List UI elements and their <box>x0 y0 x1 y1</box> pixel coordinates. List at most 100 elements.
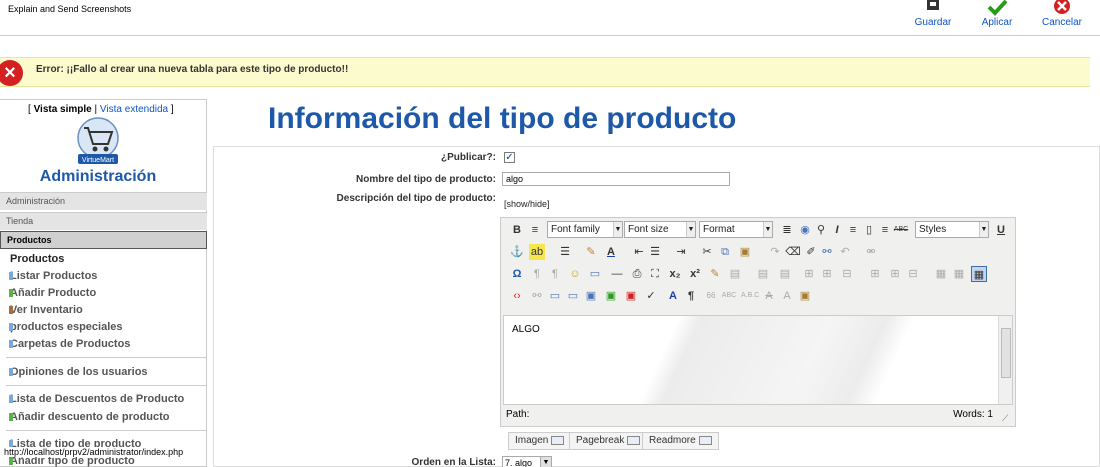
font-size-select[interactable]: Font size ▼ <box>624 221 696 238</box>
format-select[interactable]: Format ▼ <box>699 221 773 238</box>
print-icon[interactable]: ⎙ <box>629 266 645 282</box>
split-cells-icon[interactable]: ▦ <box>933 266 949 282</box>
resize-handle-icon[interactable]: ⟋ <box>1002 413 1012 423</box>
help-icon[interactable]: ◉ <box>797 222 813 238</box>
indent-icon[interactable]: ⇥ <box>673 244 689 260</box>
table-icon[interactable]: ▦ <box>971 266 987 282</box>
search-icon[interactable]: ⚲ <box>813 222 829 238</box>
bold-icon[interactable]: B <box>509 222 525 238</box>
styles-select[interactable]: Styles ▼ <box>915 221 989 238</box>
style-props-icon[interactable]: A <box>665 288 681 304</box>
unlink-icon[interactable]: ⚮ <box>863 244 879 260</box>
scrollbar-thumb[interactable] <box>1001 328 1011 378</box>
rtl-icon[interactable]: ¶ <box>547 266 563 282</box>
horizontal-rule-icon[interactable]: — <box>609 266 625 282</box>
product-type-name-input[interactable] <box>502 172 730 186</box>
strikethrough-icon[interactable]: ABC <box>893 222 909 238</box>
media-icon[interactable]: ▭ <box>587 266 603 282</box>
align-justify-icon[interactable]: ≣ <box>779 222 795 238</box>
html-code-icon[interactable]: ‹› <box>509 288 525 304</box>
insert-row-after-icon[interactable]: ⊞ <box>819 266 835 282</box>
abbr-icon[interactable]: 66 <box>703 288 719 304</box>
section-administracion[interactable]: Administración <box>0 192 207 210</box>
delete-row-icon[interactable]: ⊟ <box>839 266 855 282</box>
undo-icon[interactable]: ↶ <box>837 244 853 260</box>
layer-icon[interactable]: ▭ <box>547 288 563 304</box>
row-props-icon[interactable]: ▤ <box>755 266 771 282</box>
highlight-icon[interactable]: ab <box>529 244 545 260</box>
sidebar-item-ver-inventario[interactable]: Ver Inventario <box>9 304 83 316</box>
ins-icon[interactable]: A <box>779 288 795 304</box>
cancel-icon <box>1054 0 1070 14</box>
emoticon-icon[interactable]: ☺ <box>567 266 583 282</box>
blockquote-icon[interactable]: ▣ <box>583 288 599 304</box>
del-icon[interactable]: A <box>761 288 777 304</box>
anchor-icon[interactable]: ⚓ <box>509 244 525 260</box>
superscript-icon[interactable]: x² <box>687 266 703 282</box>
sidebar-item-listar-productos[interactable]: Listar Productos <box>9 270 97 282</box>
underline-icon[interactable]: U <box>993 222 1009 238</box>
save-button[interactable]: Guardar <box>903 0 963 32</box>
sidebar-item-productos-especiales[interactable]: productos especiales <box>9 321 123 333</box>
publish-checkbox[interactable]: ✓ <box>504 152 515 163</box>
subscript-icon[interactable]: x₂ <box>667 266 683 282</box>
text-color-icon[interactable]: A <box>603 244 619 260</box>
image-map-icon[interactable]: ⚯ <box>529 288 545 304</box>
bullet-list-icon[interactable]: ☰ <box>557 244 573 260</box>
order-select[interactable]: 7. algo ▼ <box>502 456 552 467</box>
paragraph-icon[interactable]: ¶ <box>683 288 699 304</box>
extended-view-link[interactable]: Vista extendida <box>100 104 168 115</box>
remove-format-icon[interactable]: ⌫ <box>785 244 801 260</box>
align-left-icon[interactable]: ≡ <box>845 222 861 238</box>
cite-icon[interactable]: A.B.C <box>741 288 759 304</box>
ltr-icon[interactable]: ¶ <box>529 266 545 282</box>
section-productos[interactable]: Productos <box>0 231 207 249</box>
template-icon[interactable]: ▭ <box>565 288 581 304</box>
insert-col-before-icon[interactable]: ⊞ <box>867 266 883 282</box>
sidebar-item-carpetas-productos[interactable]: Carpetas de Productos <box>9 338 130 350</box>
editor-content-area[interactable]: ALGO <box>503 315 1013 405</box>
fullscreen-icon[interactable]: ⛶ <box>647 266 663 282</box>
acronym-icon[interactable]: ABC <box>721 288 737 304</box>
italic-icon[interactable]: I <box>829 222 845 238</box>
edit-css-icon[interactable]: ✎ <box>707 266 723 282</box>
apply-button[interactable]: Aplicar <box>967 0 1027 32</box>
readmore-button[interactable]: Readmore <box>642 432 719 450</box>
table-props-icon[interactable]: ▤ <box>727 266 743 282</box>
spellcheck-icon[interactable]: ✓ <box>643 288 659 304</box>
editor-scrollbar[interactable] <box>998 316 1012 404</box>
cancel-button[interactable]: Cancelar <box>1032 0 1092 32</box>
merge-cells-icon[interactable]: ▦ <box>951 266 967 282</box>
insert-image-button[interactable]: Imagen <box>508 432 572 450</box>
sidebar-item-opiniones[interactable]: Opiniones de los usuarios <box>9 366 148 378</box>
insert-row-before-icon[interactable]: ⊞ <box>801 266 817 282</box>
cell-props-icon[interactable]: ▤ <box>777 266 793 282</box>
copy-icon[interactable]: ⧉ <box>717 244 733 260</box>
align-right-icon[interactable]: ≡ <box>877 222 893 238</box>
numbered-list-icon[interactable]: ☰ <box>647 244 663 260</box>
outdent-icon[interactable]: ⇤ <box>631 244 647 260</box>
cancel-label: Cancelar <box>1041 17 1083 28</box>
redo-icon[interactable]: ↷ <box>767 244 783 260</box>
cleanup-icon[interactable]: ✎ <box>583 244 599 260</box>
button-label: Imagen <box>515 435 549 446</box>
show-hide-toggle[interactable]: [show/hide] <box>504 199 550 209</box>
special-char-icon[interactable]: Ω <box>509 266 525 282</box>
font-family-select[interactable]: Font family ▼ <box>547 221 623 238</box>
flash-icon[interactable]: ▣ <box>623 288 639 304</box>
delete-col-icon[interactable]: ⊟ <box>905 266 921 282</box>
image-icon[interactable]: ▣ <box>603 288 619 304</box>
cut-icon[interactable]: ✂ <box>699 244 715 260</box>
pagebreak-button[interactable]: Pagebreak <box>569 432 648 450</box>
sidebar-item-anadir-producto[interactable]: Añadir Producto <box>9 287 96 299</box>
paste-icon[interactable]: ▣ <box>737 244 753 260</box>
new-document-icon[interactable]: ▯ <box>861 222 877 238</box>
section-tienda[interactable]: Tienda <box>0 212 207 230</box>
link-icon[interactable]: ⚯ <box>819 244 835 260</box>
align-center-icon[interactable]: ≡ <box>527 222 543 238</box>
sidebar-item-anadir-descuento[interactable]: Añadir descuento de producto <box>9 411 170 423</box>
edit-icon[interactable]: ✐ <box>803 244 819 260</box>
insert-col-after-icon[interactable]: ⊞ <box>887 266 903 282</box>
paste-word-icon[interactable]: ▣ <box>797 288 813 304</box>
sidebar-item-lista-descuentos[interactable]: Lista de Descuentos de Producto <box>9 393 184 405</box>
